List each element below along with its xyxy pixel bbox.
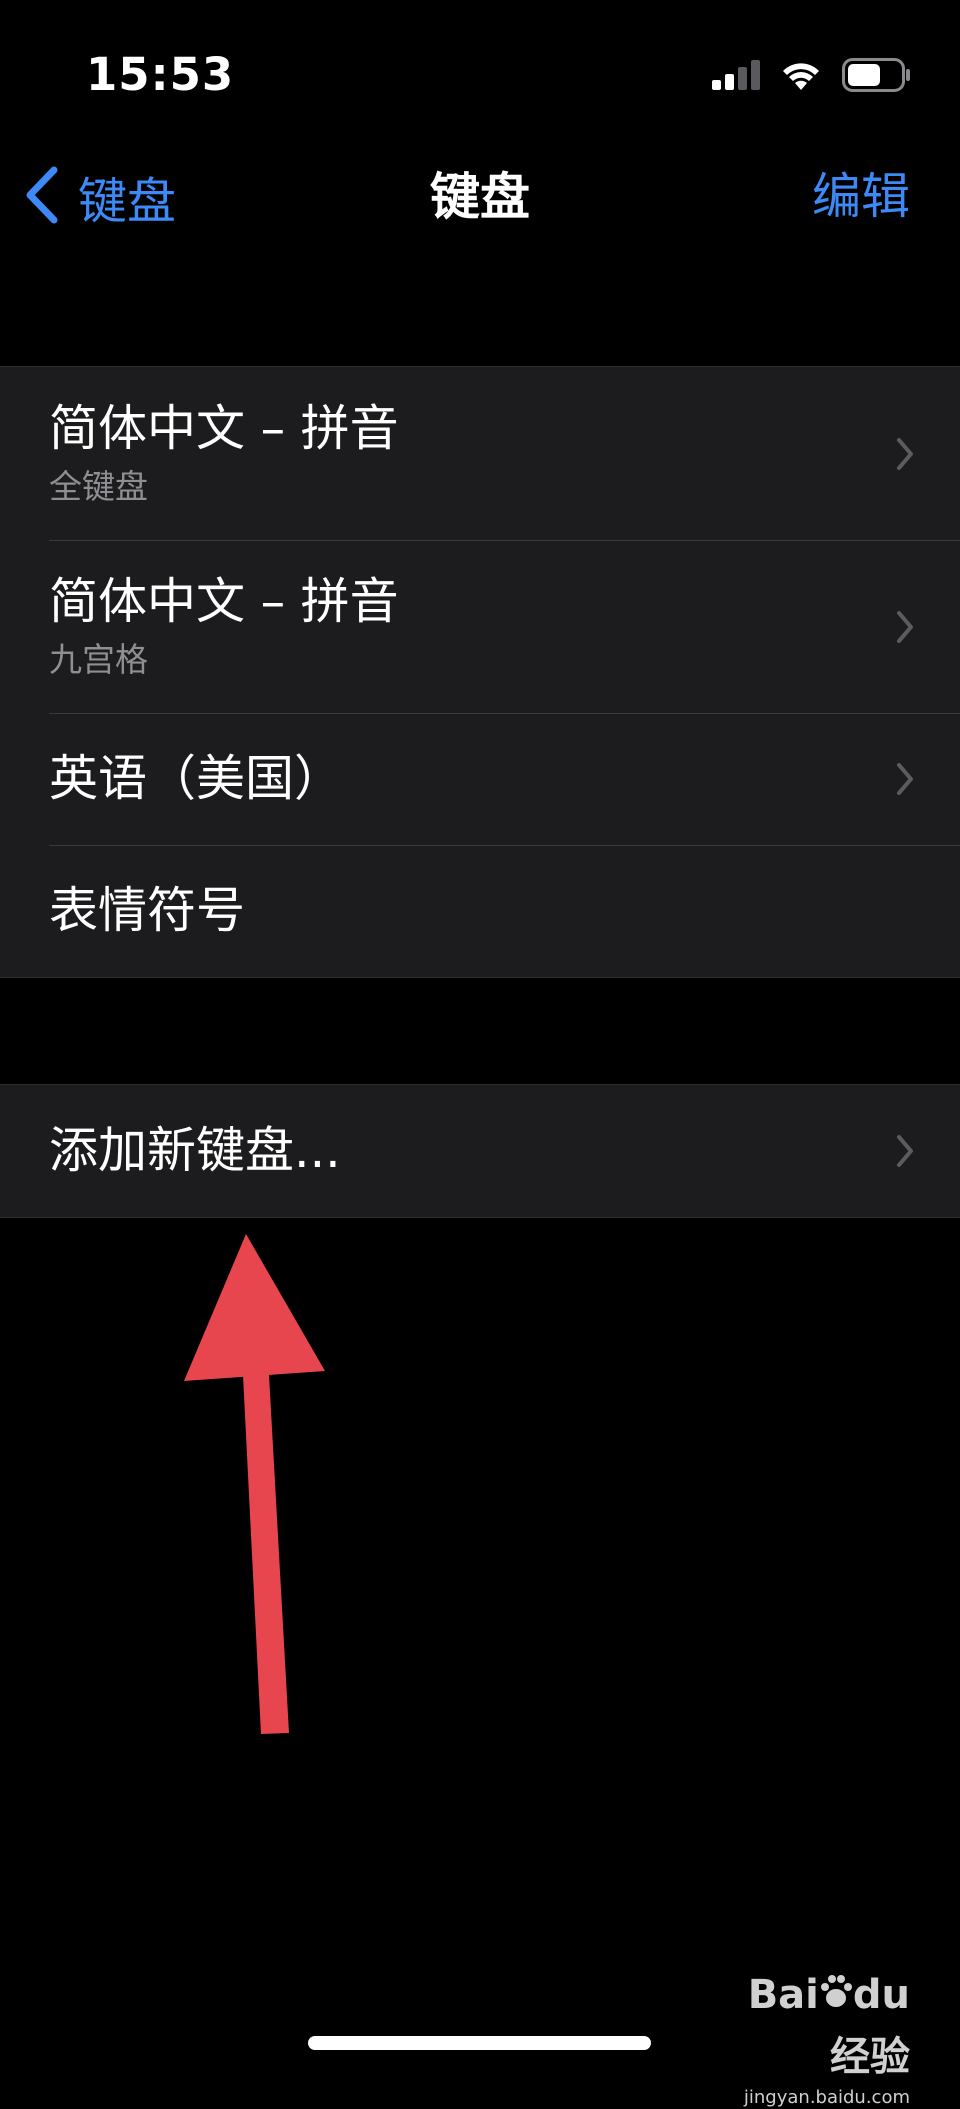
watermark-url: jingyan.baidu.com — [743, 2087, 910, 2108]
keyboard-item-english-us[interactable]: 英语（美国） — [0, 713, 960, 845]
back-button[interactable]: 键盘 — [24, 162, 176, 232]
watermark-logo-right: 经验 — [830, 2034, 910, 2080]
add-keyboard-group: 添加新键盘... — [0, 1084, 960, 1218]
keyboard-item-subtitle: 全键盘 — [49, 467, 148, 506]
add-keyboard-label: 添加新键盘... — [49, 1122, 341, 1179]
keyboard-item-emoji[interactable]: 表情符号 — [0, 845, 960, 977]
status-bar: 15:53 — [0, 0, 960, 150]
chevron-right-icon — [896, 437, 914, 471]
battery-icon — [842, 58, 912, 96]
status-time: 15:53 — [86, 48, 235, 101]
annotation-arrow-icon — [184, 1234, 325, 1734]
add-keyboard-button[interactable]: 添加新键盘... — [0, 1085, 960, 1217]
chevron-right-icon — [896, 610, 914, 644]
keyboard-item-title: 英语（美国） — [49, 750, 344, 807]
status-icons — [712, 52, 912, 102]
cellular-signal-icon — [712, 60, 760, 94]
keyboard-list: 简体中文 – 拼音 全键盘 简体中文 – 拼音 九宫格 英语（美国） 表情符号 — [0, 366, 960, 978]
home-indicator[interactable] — [308, 2036, 651, 2050]
edit-button[interactable]: 编辑 — [812, 162, 910, 232]
keyboard-item-pinyin-9key[interactable]: 简体中文 – 拼音 九宫格 — [0, 540, 960, 713]
baidu-jingyan-watermark: Bai du 经验 jingyan.baidu.com — [720, 1965, 910, 2108]
keyboard-item-pinyin-qwerty[interactable]: 简体中文 – 拼音 全键盘 — [0, 367, 960, 540]
watermark-logo-mid: du — [852, 1972, 910, 2018]
paw-icon — [819, 1967, 853, 2027]
navigation-bar: 键盘 键盘 编辑 — [0, 150, 960, 245]
keyboard-item-title: 表情符号 — [49, 882, 246, 939]
wifi-icon — [780, 59, 822, 95]
keyboard-item-subtitle: 九宫格 — [49, 640, 148, 679]
chevron-right-icon — [896, 762, 914, 796]
chevron-right-icon — [896, 1134, 914, 1168]
keyboard-item-title: 简体中文 – 拼音 — [49, 400, 399, 457]
back-button-label: 键盘 — [78, 172, 177, 230]
watermark-logo: Bai du 经验 — [720, 1965, 910, 2087]
chevron-left-icon — [24, 166, 60, 228]
keyboard-item-title: 简体中文 – 拼音 — [49, 573, 399, 630]
watermark-logo-left: Bai — [747, 1972, 819, 2018]
